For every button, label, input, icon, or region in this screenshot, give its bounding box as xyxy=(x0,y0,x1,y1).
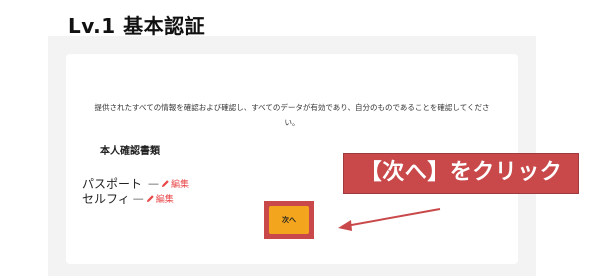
edit-link-label: 編集 xyxy=(171,179,190,190)
document-name: セルフィ xyxy=(82,191,130,206)
verification-description: 提供されたすべての情報を確認および確認し、すべてのデータが有効であり、自分のもの… xyxy=(94,103,490,127)
section-heading-identity-documents: 本人確認書類 xyxy=(100,146,160,157)
document-status: — xyxy=(132,191,144,205)
page-title: Lv.1 基本認証 xyxy=(68,14,206,38)
instruction-callout: 【次へ】をクリック xyxy=(343,153,579,194)
pencil-icon xyxy=(161,179,169,187)
document-row-passport: パスポート — 編集 xyxy=(82,176,189,191)
document-row-selfie: セルフィ — 編集 xyxy=(82,191,174,206)
next-button[interactable]: 次へ xyxy=(269,206,309,234)
edit-link-label: 編集 xyxy=(155,194,174,205)
edit-passport-link[interactable]: 編集 xyxy=(161,177,189,190)
document-status: — xyxy=(148,176,160,190)
edit-selfie-link[interactable]: 編集 xyxy=(146,192,174,205)
pencil-icon xyxy=(146,194,154,202)
